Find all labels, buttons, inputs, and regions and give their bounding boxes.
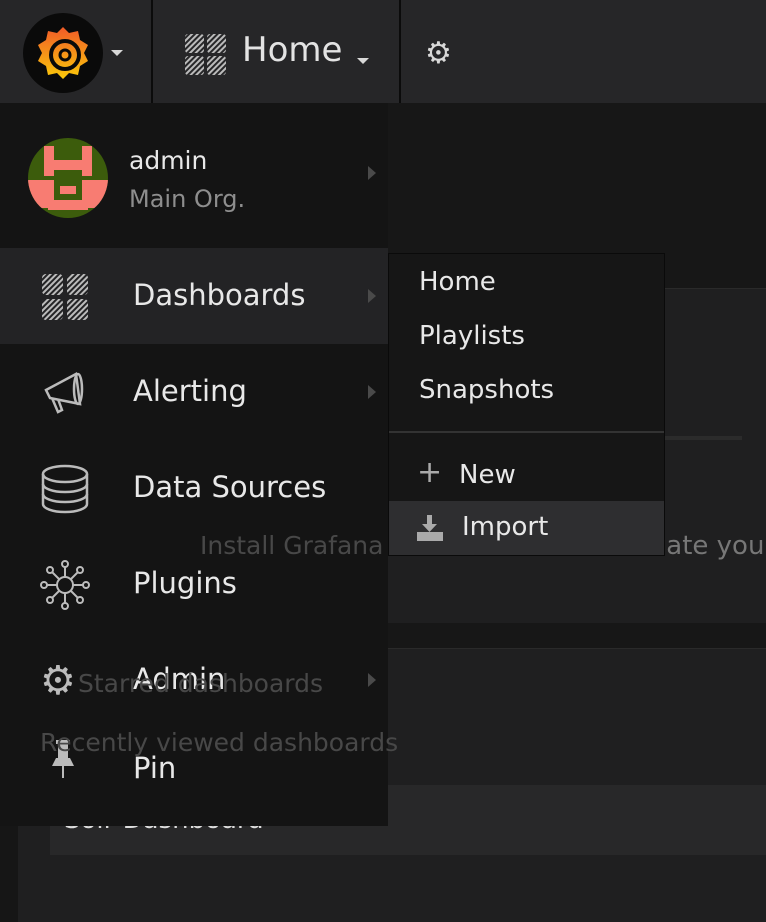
menu-item-label: Data Sources: [133, 470, 327, 504]
profile-name: admin: [129, 146, 208, 175]
menu-item-pin[interactable]: Pin: [0, 728, 388, 824]
grafana-logo-button[interactable]: [23, 13, 103, 93]
grafana-logo-icon: [38, 27, 88, 79]
import-icon: [417, 515, 443, 541]
pin-icon: [52, 740, 74, 778]
plus-icon: +: [417, 455, 443, 490]
chevron-right-icon: [368, 385, 376, 399]
top-navbar: Home ⚙: [0, 0, 766, 103]
gears-icon: ⚙: [40, 658, 76, 704]
profile-menu-item[interactable]: admin Main Org.: [0, 103, 388, 248]
menu-item-data-sources[interactable]: Data Sources: [0, 440, 388, 536]
menu-item-plugins[interactable]: Plugins: [0, 536, 388, 632]
dashboard-title-button[interactable]: Home: [242, 30, 342, 70]
menu-item-label: Admin: [133, 662, 226, 696]
submenu-item-snapshots[interactable]: Snapshots: [389, 364, 664, 418]
menu-item-label: Pin: [133, 751, 177, 785]
chevron-down-icon[interactable]: [111, 50, 123, 56]
dashboards-icon: [185, 34, 226, 75]
submenu-divider: [389, 431, 664, 433]
side-menu: admin Main Org. Dashboards Alerting Data…: [0, 103, 388, 826]
dashboards-icon: [42, 274, 88, 320]
plugins-icon: [40, 560, 90, 610]
dashboards-submenu: Home Playlists Snapshots + New Import: [388, 253, 665, 556]
avatar: [28, 138, 108, 218]
megaphone-icon: [44, 372, 84, 414]
database-icon: [41, 464, 89, 514]
submenu-item-home[interactable]: Home: [389, 256, 664, 310]
gear-icon[interactable]: ⚙: [425, 36, 452, 71]
chevron-right-icon: [368, 673, 376, 687]
menu-item-label: Plugins: [133, 566, 237, 600]
submenu-item-playlists[interactable]: Playlists: [389, 310, 664, 364]
profile-org: Main Org.: [129, 185, 246, 213]
menu-item-label: Dashboards: [133, 278, 306, 312]
submenu-item-import[interactable]: Import: [389, 501, 664, 555]
chevron-right-icon: [368, 289, 376, 303]
menu-item-alerting[interactable]: Alerting: [0, 344, 388, 440]
menu-item-dashboards[interactable]: Dashboards: [0, 248, 388, 344]
submenu-item-new[interactable]: + New: [389, 449, 664, 503]
chevron-right-icon: [368, 166, 376, 180]
chevron-down-icon[interactable]: [357, 58, 369, 64]
menu-item-admin[interactable]: ⚙ Admin: [0, 632, 388, 728]
menu-item-label: Alerting: [133, 374, 247, 408]
